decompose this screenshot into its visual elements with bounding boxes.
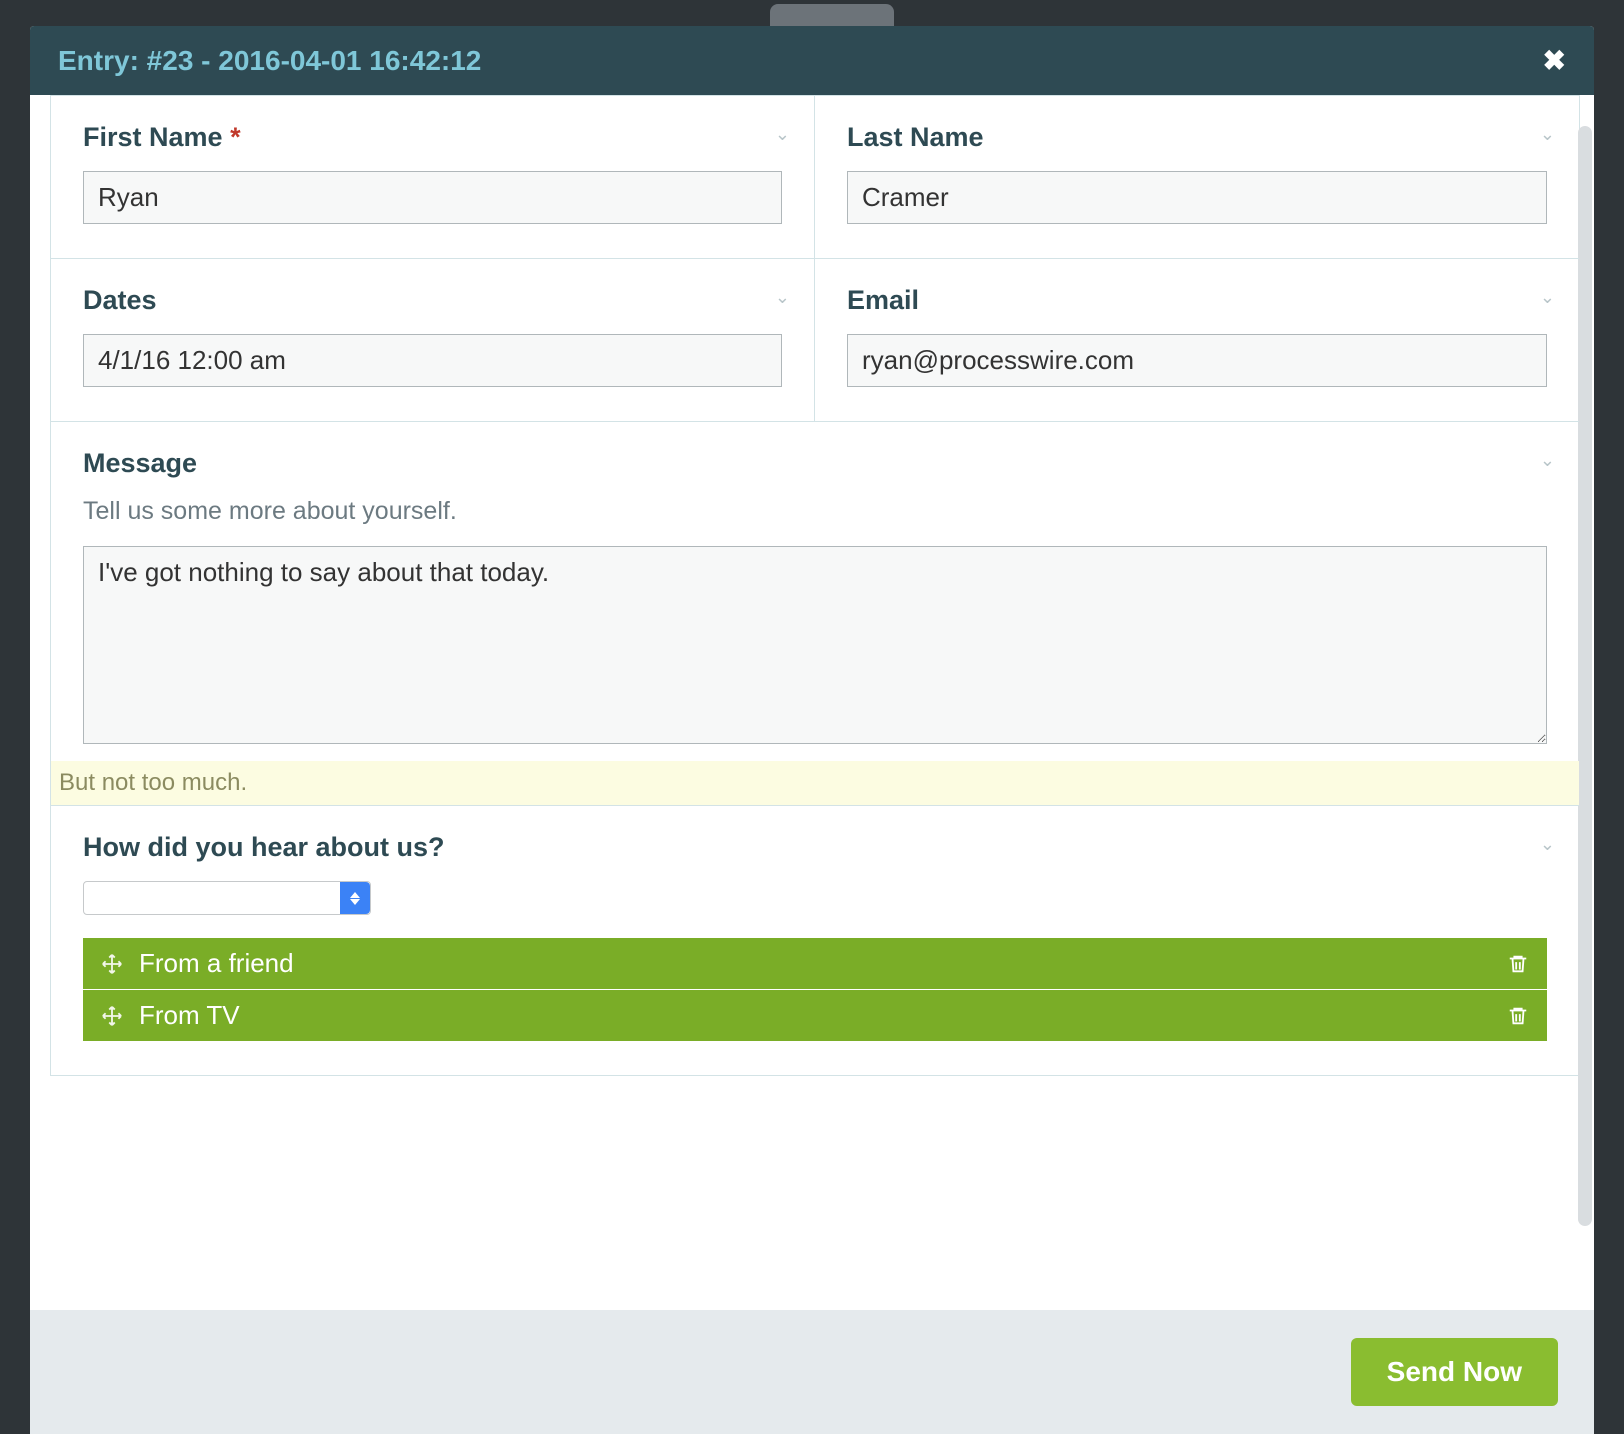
send-now-button[interactable]: Send Now [1351, 1338, 1558, 1406]
selected-list: From a friend From TV [83, 938, 1547, 1041]
label-text: First Name [83, 122, 223, 152]
last-name-label: Last Name [847, 122, 1547, 153]
email-label: Email [847, 285, 1547, 316]
scrollbar[interactable] [1578, 126, 1592, 1226]
modal-body: ⌄ First Name * ⌄ Last Name ⌄ Dates [30, 95, 1594, 1310]
first-name-input[interactable] [83, 171, 782, 224]
modal-footer: Send Now [30, 1310, 1594, 1434]
field-first-name: ⌄ First Name * [51, 95, 815, 258]
form-grid: ⌄ First Name * ⌄ Last Name ⌄ Dates [50, 95, 1580, 1076]
hear-about-select[interactable] [83, 881, 371, 915]
trash-icon[interactable] [1507, 953, 1529, 975]
modal-header: Entry: #23 - 2016-04-01 16:42:12 ✖ [30, 26, 1594, 95]
message-note: But not too much. [51, 761, 1579, 805]
move-icon[interactable] [101, 953, 123, 975]
dates-input[interactable] [83, 334, 782, 387]
chevron-down-icon[interactable]: ⌄ [775, 124, 790, 145]
field-message: ⌄ Message Tell us some more about yourse… [51, 421, 1579, 805]
field-email: ⌄ Email [815, 258, 1579, 421]
message-textarea[interactable] [83, 546, 1547, 744]
email-input[interactable] [847, 334, 1547, 387]
modal-title: Entry: #23 - 2016-04-01 16:42:12 [58, 45, 481, 77]
chevron-down-icon[interactable]: ⌄ [1540, 287, 1555, 308]
trash-icon[interactable] [1507, 1005, 1529, 1027]
chevron-down-icon[interactable]: ⌄ [1540, 124, 1555, 145]
dates-label: Dates [83, 285, 782, 316]
message-label: Message [83, 448, 1547, 479]
entry-modal: Entry: #23 - 2016-04-01 16:42:12 ✖ ⌄ Fir… [30, 26, 1594, 1434]
select-stepper-icon[interactable] [340, 882, 370, 914]
chevron-down-icon[interactable]: ⌄ [1540, 450, 1555, 471]
chevron-down-icon[interactable]: ⌄ [775, 287, 790, 308]
move-icon[interactable] [101, 1005, 123, 1027]
field-dates: ⌄ Dates [51, 258, 815, 421]
chevron-down-icon[interactable]: ⌄ [1540, 834, 1555, 855]
close-icon[interactable]: ✖ [1543, 44, 1566, 77]
first-name-label: First Name * [83, 122, 782, 153]
last-name-input[interactable] [847, 171, 1547, 224]
message-help: Tell us some more about yourself. [83, 497, 1547, 526]
field-hear-about: ⌄ How did you hear about us? From a frie… [51, 805, 1579, 1075]
list-item-label: From TV [139, 1000, 240, 1031]
list-item[interactable]: From TV [83, 989, 1547, 1041]
list-item[interactable]: From a friend [83, 938, 1547, 989]
required-marker: * [230, 122, 241, 152]
field-last-name: ⌄ Last Name [815, 95, 1579, 258]
list-item-label: From a friend [139, 948, 294, 979]
hear-about-label: How did you hear about us? [83, 832, 1547, 863]
